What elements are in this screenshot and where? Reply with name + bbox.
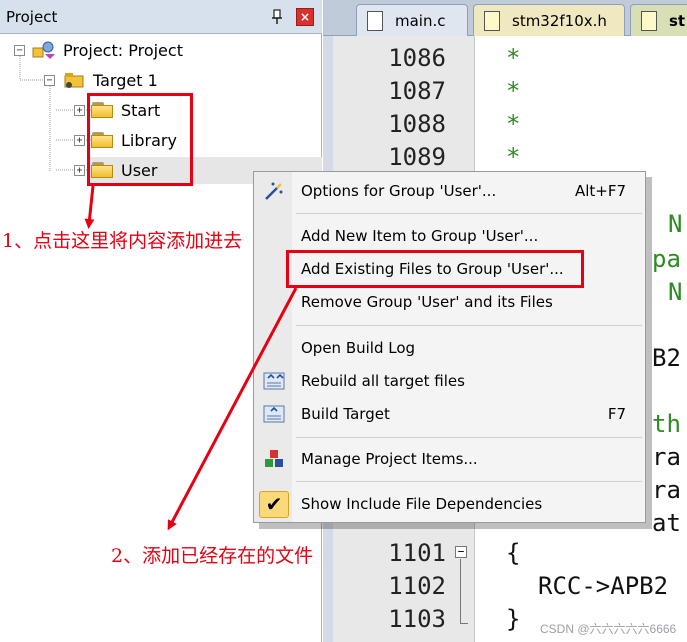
code-line: * <box>506 77 521 105</box>
menu-item-rebuild-all[interactable]: Rebuild all target files <box>254 365 645 397</box>
code-fragment: ra <box>652 443 681 471</box>
watermark: CSDN @六六六六六6666 <box>540 622 677 636</box>
code-fragment: ra <box>652 476 681 504</box>
annotation-box-add-existing <box>286 250 584 288</box>
menu-separator <box>296 213 642 214</box>
target-icon <box>64 73 84 88</box>
tab-label: stm32f10x.h <box>512 11 607 30</box>
collapse-toggle[interactable]: − <box>14 44 25 56</box>
code-fragment: pa <box>652 245 681 273</box>
tree-item-target[interactable]: − Target 1 <box>44 67 158 93</box>
tree-label-project: Project: Project <box>63 40 183 60</box>
tab-stm32f10x-h[interactable]: stm32f10x.h <box>473 4 625 36</box>
code-line: } <box>506 605 521 633</box>
annotation-step1: 1、点击这里将内容添加进去 <box>2 230 243 252</box>
menu-item-remove-group[interactable]: Remove Group 'User' and its Files <box>254 286 645 318</box>
line-number: 1089 <box>388 143 446 171</box>
line-number: 1087 <box>388 77 446 105</box>
line-number: 1101 <box>388 539 446 567</box>
tab-label: st <box>669 11 686 30</box>
code-line: * <box>506 110 521 138</box>
menu-item-shortcut: F7 <box>607 405 626 423</box>
tab-third-file[interactable]: st <box>630 4 687 36</box>
line-number: 1088 <box>388 110 446 138</box>
collapse-toggle[interactable]: − <box>44 74 55 86</box>
menu-item-build-target[interactable]: Build Target F7 <box>254 398 645 430</box>
header-file-icon <box>641 10 657 31</box>
expand-toggle[interactable]: + <box>74 134 85 146</box>
tab-label: main.c <box>395 11 446 30</box>
tree-label-target: Target 1 <box>93 70 158 90</box>
line-number: 1086 <box>388 44 446 72</box>
line-number: 1103 <box>388 605 446 633</box>
menu-separator <box>296 481 642 482</box>
menu-item-label: Manage Project Items... <box>301 450 478 468</box>
checkmark-icon: ✔ <box>259 491 289 518</box>
fold-line <box>460 559 461 624</box>
menu-item-options-for-group[interactable]: Options for Group 'User'... Alt+F7 <box>254 175 645 207</box>
code-fragment: N <box>668 278 683 306</box>
wand-icon <box>265 182 283 200</box>
tree-item-project[interactable]: − Project: Project <box>14 37 183 63</box>
fold-toggle[interactable]: − <box>455 546 467 558</box>
menu-item-label: Rebuild all target files <box>301 372 465 390</box>
annotation-box-groups <box>87 93 193 186</box>
menu-item-label: Open Build Log <box>301 339 416 357</box>
build-icon <box>263 405 285 423</box>
fold-line-end <box>460 623 468 624</box>
menu-item-add-new-item[interactable]: Add New Item to Group 'User'... <box>254 220 645 252</box>
menu-item-label: Build Target <box>301 405 390 423</box>
menu-item-manage-project-items[interactable]: Manage Project Items... <box>254 443 645 475</box>
annotation-step2: 2、添加已经存在的文件 <box>111 545 314 567</box>
rebuild-icon <box>263 372 285 390</box>
code-line: RCC->APB2 <box>538 572 669 600</box>
line-number: 1102 <box>388 572 446 600</box>
code-line: * <box>506 143 521 171</box>
menu-separator <box>296 437 642 438</box>
expand-toggle[interactable]: + <box>74 104 85 116</box>
menu-separator <box>296 325 642 326</box>
menu-item-show-include-deps[interactable]: ✔ Show Include File Dependencies <box>254 488 645 520</box>
project-icon <box>32 41 55 59</box>
menu-item-open-build-log[interactable]: Open Build Log <box>254 332 645 364</box>
menu-item-label: Options for Group 'User'... <box>301 182 497 200</box>
context-menu: Options for Group 'User'... Alt+F7 Add N… <box>253 171 646 523</box>
header-file-icon <box>484 10 500 31</box>
code-fragment: B2 <box>652 344 681 372</box>
menu-item-shortcut: Alt+F7 <box>574 182 626 200</box>
code-line: { <box>506 539 521 567</box>
menu-item-label: Show Include File Dependencies <box>301 495 543 513</box>
code-fragment: N <box>668 210 683 238</box>
code-line: * <box>506 44 521 72</box>
editor-tab-bar: main.c stm32f10x.h st <box>323 0 687 36</box>
c-file-icon <box>367 10 383 31</box>
code-fragment: th <box>652 410 681 438</box>
menu-item-label: Add New Item to Group 'User'... <box>301 227 539 245</box>
expand-toggle[interactable]: + <box>74 164 85 176</box>
manage-items-icon <box>265 450 283 467</box>
tab-main-c[interactable]: main.c <box>356 4 468 36</box>
menu-item-label: Remove Group 'User' and its Files <box>301 293 553 311</box>
code-fragment: at <box>652 509 681 537</box>
